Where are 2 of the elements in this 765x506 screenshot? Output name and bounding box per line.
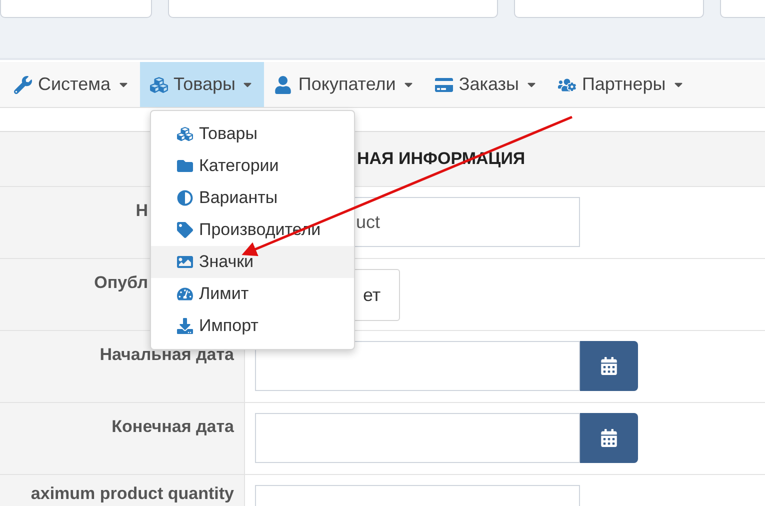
- field-label: Конечная дата: [0, 403, 245, 474]
- field-label: aximum product quantity: [0, 475, 245, 506]
